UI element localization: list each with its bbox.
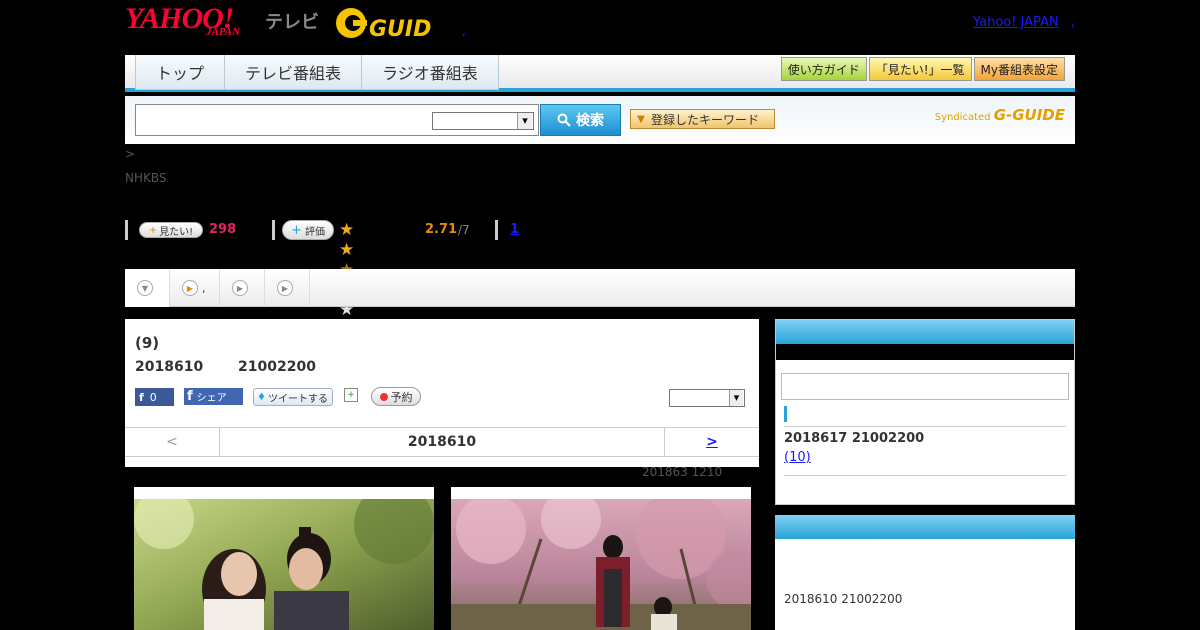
- syndicated-brand: G-GUIDE: [993, 106, 1065, 124]
- facebook-icon: f: [139, 390, 144, 404]
- facebook-share-label: シェア: [196, 393, 227, 404]
- divider: [272, 220, 275, 240]
- air-time: 21002200: [238, 359, 316, 375]
- next-air-info: 201863 1210: [642, 465, 723, 479]
- gguide-logo[interactable]: GUIDE: [335, 6, 431, 40]
- tab-cast[interactable]: ▶ ,: [170, 269, 220, 307]
- svg-text:GUIDE: GUIDE: [369, 17, 431, 40]
- pager-current-date: 2018610: [407, 434, 477, 450]
- sidebar-header: [776, 320, 1074, 344]
- program-panel: (9) 2018610 21002200 f 0 f シェア ♦ ツイートする …: [125, 319, 759, 467]
- twitter-bird-icon: ♦: [257, 391, 266, 403]
- want-to-watch-button[interactable]: + 見たい!: [139, 222, 203, 238]
- episode-title: (9): [135, 334, 160, 352]
- divider: [784, 426, 1066, 427]
- search-button[interactable]: 検索: [540, 104, 621, 136]
- search-bar: 検索 ▼ 登録したキーワード Syndicated G-GUIDE: [125, 96, 1075, 144]
- yahoo-japan-link[interactable]: Yahoo! JAPAN: [973, 15, 1059, 30]
- tweet-label: ツイートする: [267, 393, 328, 405]
- reserve-label: 予約: [390, 390, 413, 404]
- saved-keywords-button[interactable]: ▼ 登録したキーワード: [630, 109, 775, 129]
- rating-scale: /7: [458, 223, 470, 237]
- triangle-down-icon: ▼: [637, 113, 645, 125]
- header-dot: ,: [462, 24, 466, 38]
- rating-value: 2.71: [425, 222, 458, 237]
- device-select[interactable]: [669, 389, 745, 407]
- search-category-select[interactable]: [432, 112, 534, 130]
- nav-buttons: 使い方ガイド 「見たい!」一覧 My番組表設定: [780, 57, 1065, 81]
- search-button-label: 検索: [576, 113, 604, 129]
- next-episode-link[interactable]: >: [664, 428, 759, 456]
- star-icon: ★: [339, 220, 354, 240]
- breadcrumb[interactable]: >: [125, 147, 135, 161]
- want-to-watch-label: 見たい!: [159, 226, 194, 238]
- want-to-watch-count: 298: [209, 222, 237, 237]
- search-icon: [557, 113, 571, 127]
- sidebar-subheader: [776, 344, 1074, 360]
- next-broadcast-box: 2018617 21002200 (10): [775, 319, 1075, 505]
- sidebar-accent-bar: [784, 406, 787, 422]
- plus-icon: +: [148, 224, 158, 236]
- saved-keywords-label: 登録したキーワード: [651, 112, 760, 127]
- star-icon: ★: [339, 240, 354, 260]
- record-dot-icon: [379, 392, 388, 401]
- air-date: 2018610: [135, 359, 204, 375]
- syndicated-gguide: Syndicated G-GUIDE: [935, 106, 1065, 124]
- broadcast-time: 2018610 21002200: [784, 592, 903, 606]
- page: YAHOO! JAPAN テレビ GUIDE , Yahoo! JAPAN , …: [0, 0, 1200, 630]
- guide-button[interactable]: 使い方ガイド: [780, 57, 867, 81]
- facebook-like-count: 0: [149, 390, 157, 404]
- rate-button[interactable]: + 評価: [282, 220, 334, 240]
- sidebar-input[interactable]: [781, 373, 1069, 400]
- link-separator: ,: [1071, 15, 1076, 30]
- tweet-button[interactable]: ♦ ツイートする: [253, 388, 333, 406]
- nav-tabs: トップ テレビ番組表 ラジオ番組表: [135, 55, 499, 90]
- divider: [784, 475, 1066, 476]
- tab-related[interactable]: ▶: [265, 269, 310, 307]
- play-icon: ▶: [232, 280, 248, 296]
- japan-logo: JAPAN: [206, 26, 241, 38]
- calendar-add-icon[interactable]: +: [344, 388, 358, 402]
- photo-blossom-scene: [451, 489, 751, 630]
- nav-tab-tv-listings[interactable]: テレビ番組表: [224, 55, 362, 90]
- tab-reviews[interactable]: ▶: [220, 269, 265, 307]
- facebook-like-button[interactable]: f 0: [135, 388, 174, 406]
- review-count-link[interactable]: 1: [510, 222, 519, 237]
- rate-label: 評価: [304, 226, 325, 238]
- divider: [495, 220, 498, 240]
- tv-label: テレビ: [265, 12, 319, 33]
- facebook-icon: f: [187, 389, 193, 404]
- watchlist-button[interactable]: 「見たい!」一覧: [868, 57, 972, 81]
- tab-label: ,: [202, 281, 206, 295]
- nav-tab-top[interactable]: トップ: [135, 55, 225, 90]
- program-photo[interactable]: [134, 487, 434, 630]
- episode-pager: < 2018610 >: [125, 427, 759, 457]
- next-broadcast-time: 2018617 21002200: [784, 431, 925, 446]
- previous-episode-link[interactable]: <: [125, 428, 220, 456]
- tab-overview[interactable]: ▼: [125, 269, 170, 307]
- play-icon: ▶: [277, 280, 293, 296]
- plus-icon: +: [291, 222, 302, 238]
- reserve-button[interactable]: 予約: [371, 387, 421, 406]
- divider: [125, 220, 128, 240]
- main-nav: トップ テレビ番組表 ラジオ番組表 使い方ガイド 「見たい!」一覧 My番組表設…: [125, 55, 1075, 92]
- program-tabs: ▼ ▶ , ▶ ▶: [125, 269, 1075, 307]
- next-episode-link[interactable]: (10): [784, 450, 811, 465]
- program-photo[interactable]: [451, 487, 751, 630]
- chevron-down-icon: ▼: [137, 280, 153, 296]
- nav-tab-radio-listings[interactable]: ラジオ番組表: [361, 55, 499, 90]
- facebook-share-button[interactable]: f シェア: [184, 388, 243, 405]
- my-listings-button[interactable]: My番組表設定: [973, 57, 1065, 81]
- channel-name: NHKBS: [125, 171, 167, 185]
- play-icon: ▶: [182, 280, 198, 296]
- photo-drama-couple: [134, 487, 434, 630]
- syndicated-label: Syndicated: [934, 112, 991, 123]
- broadcast-info-box: 2018610 21002200: [775, 515, 1075, 630]
- sidebar-header: [775, 515, 1075, 539]
